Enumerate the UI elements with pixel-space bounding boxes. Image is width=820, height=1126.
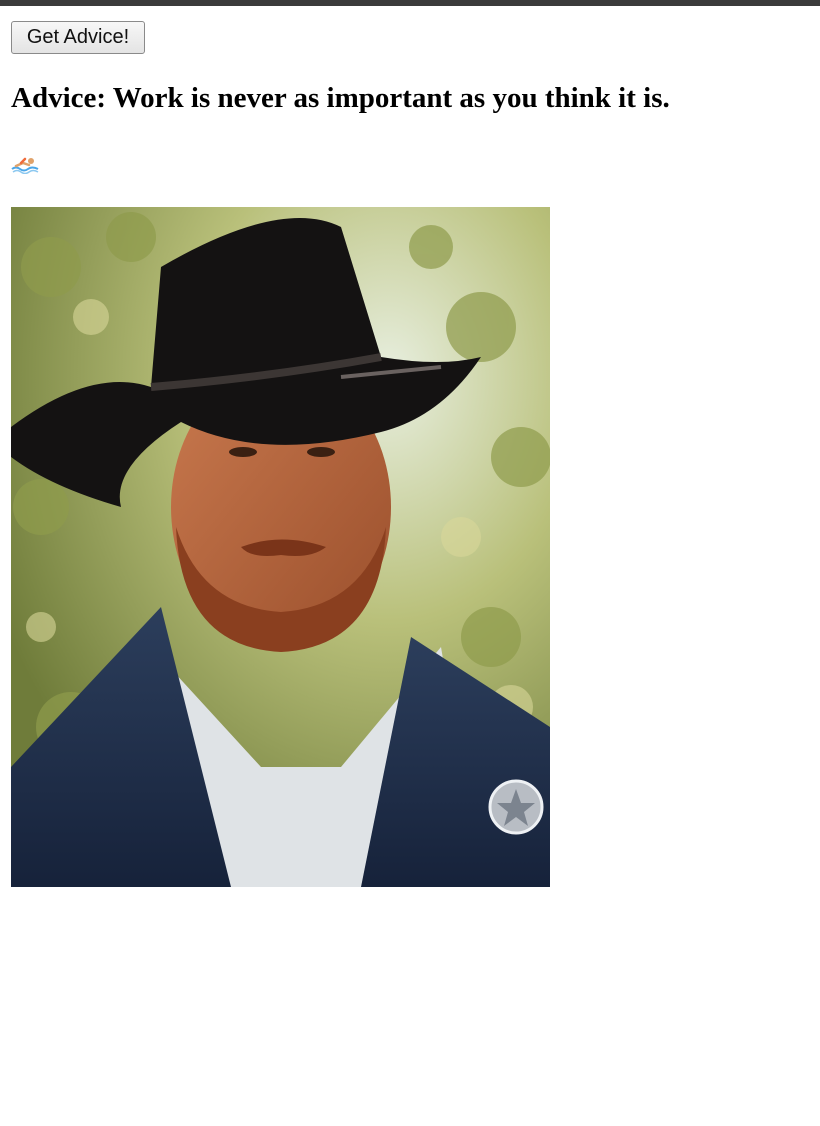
window-top-bar	[0, 0, 820, 6]
portrait-photo	[11, 207, 550, 887]
swimmer-icon	[11, 157, 39, 174]
advice-text: Work is never as important as you think …	[112, 82, 670, 114]
advice-prefix: Advice:	[11, 82, 107, 114]
advice-heading: Advice: Work is never as important as yo…	[11, 82, 670, 115]
get-advice-button[interactable]: Get Advice!	[11, 21, 145, 54]
